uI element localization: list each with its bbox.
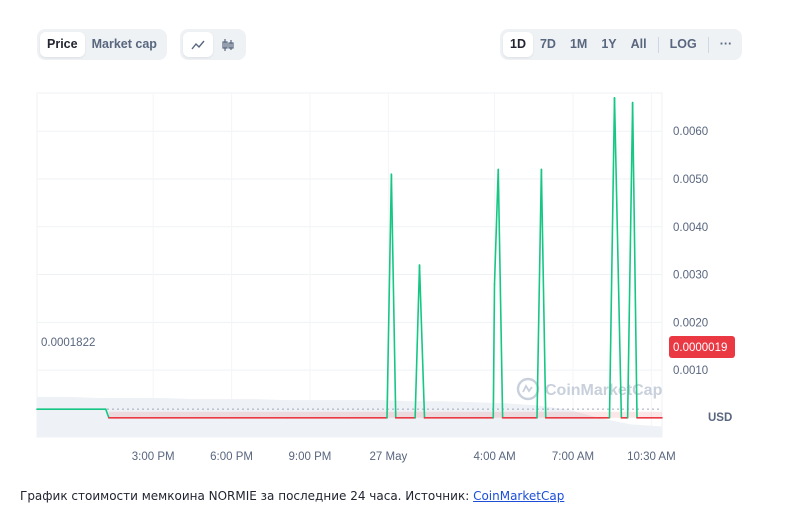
price-line-segment bbox=[418, 264, 426, 419]
y-tick-label: 0.0060 bbox=[673, 126, 708, 138]
y-tick-label: 0.0030 bbox=[673, 270, 708, 282]
watermark: CoinMarketCap bbox=[516, 377, 663, 401]
x-tick-label: 27 May bbox=[370, 451, 408, 463]
x-tick-label: 10:30 AM bbox=[627, 451, 676, 463]
caption-source-link[interactable]: CoinMarketCap bbox=[473, 489, 564, 503]
x-tick-label: 7:00 AM bbox=[552, 451, 594, 463]
x-tick-label: 9:00 PM bbox=[289, 451, 332, 463]
price-line-segment bbox=[386, 173, 393, 419]
price-line-segment bbox=[414, 264, 421, 419]
caption-text: График стоимости мемкоина NORMIE за посл… bbox=[20, 489, 474, 503]
price-line-segment bbox=[536, 168, 543, 419]
coinmarketcap-logo-mark bbox=[522, 384, 533, 393]
y-tick-label: 0.0050 bbox=[673, 174, 708, 186]
down-area-fill bbox=[108, 411, 662, 418]
price-line-segment bbox=[497, 168, 504, 419]
y-tick-label: 0.0020 bbox=[673, 317, 708, 329]
current-price-label: 0.0000019 bbox=[673, 342, 727, 354]
currency-label: USD bbox=[708, 412, 732, 424]
x-tick-label: 4:00 AM bbox=[474, 451, 516, 463]
x-axis: 3:00 PM 6:00 PM 9:00 PM 27 May 4:00 AM 7:00 A… bbox=[132, 451, 676, 463]
y-tick-label: 0.0010 bbox=[673, 365, 708, 377]
watermark-text: CoinMarketCap bbox=[545, 382, 663, 399]
x-tick-label: 6:00 PM bbox=[210, 451, 253, 463]
price-chart: CoinMarketCap 0.0010 0.0020 0.0030 0.0040 0.… bbox=[36, 92, 735, 463]
price-line-segment bbox=[540, 168, 547, 419]
figure-caption: График стоимости мемкоина NORMIE за посл… bbox=[20, 489, 564, 503]
price-line-segment bbox=[390, 173, 397, 419]
x-tick-label: 3:00 PM bbox=[132, 451, 175, 463]
baseline-price-label: 0.0001822 bbox=[41, 337, 95, 349]
y-tick-label: 0.0040 bbox=[673, 222, 708, 234]
